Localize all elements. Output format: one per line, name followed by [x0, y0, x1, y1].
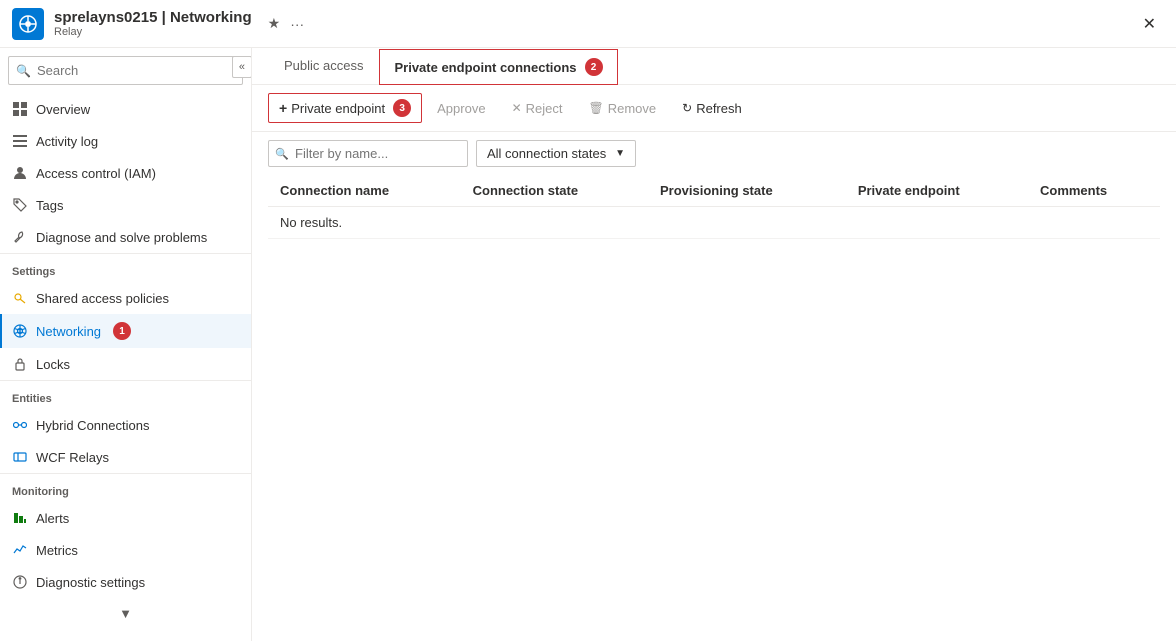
tab-private-endpoint[interactable]: Private endpoint connections 2	[379, 49, 617, 85]
callout-2: 2	[585, 58, 603, 76]
key-icon	[12, 290, 28, 306]
sidebar-item-label: Networking	[36, 324, 101, 339]
sidebar-item-label: Alerts	[36, 511, 69, 526]
sidebar-item-activity-log[interactable]: Activity log	[0, 125, 251, 157]
person-icon	[12, 165, 28, 181]
state-dropdown[interactable]: All connection states ▼	[476, 140, 636, 167]
trash-icon: 🗑	[588, 101, 603, 115]
sidebar-item-shared-access[interactable]: Shared access policies	[0, 282, 251, 314]
callout-3: 3	[393, 99, 411, 117]
sidebar-item-label: Overview	[36, 102, 90, 117]
col-connection-name: Connection name	[268, 175, 461, 207]
sidebar-item-overview[interactable]: Overview	[0, 93, 251, 125]
title-text: sprelayns0215 | Networking Relay	[54, 9, 252, 38]
sidebar-item-diagnose[interactable]: Diagnose and solve problems	[0, 221, 251, 253]
sidebar-item-hybrid-connections[interactable]: Hybrid Connections	[0, 409, 251, 441]
sidebar-item-access-control[interactable]: Access control (IAM)	[0, 157, 251, 189]
search-icon: 🔍	[16, 64, 31, 78]
scroll-down-indicator: ▼	[0, 598, 251, 629]
col-comments: Comments	[1028, 175, 1160, 207]
sidebar-item-tags[interactable]: Tags	[0, 189, 251, 221]
col-provisioning-state: Provisioning state	[648, 175, 846, 207]
metrics-icon	[12, 542, 28, 558]
sidebar-item-label: Hybrid Connections	[36, 418, 149, 433]
x-icon: ✕	[512, 101, 522, 115]
col-private-endpoint: Private endpoint	[846, 175, 1028, 207]
no-results-row: No results.	[268, 207, 1160, 239]
private-endpoint-label: Private endpoint	[291, 101, 385, 116]
entities-section-label: Entities	[0, 380, 251, 409]
refresh-label: Refresh	[696, 101, 742, 116]
sidebar-item-locks[interactable]: Locks	[0, 348, 251, 380]
toolbar: + Private endpoint 3 Approve ✕ Reject 🗑 …	[252, 85, 1176, 132]
title-bar-left: sprelayns0215 | Networking Relay ★ ···	[12, 8, 304, 40]
settings-section-label: Settings	[0, 253, 251, 282]
filter-input-wrap: 🔍	[268, 140, 468, 167]
approve-button[interactable]: Approve	[426, 95, 496, 122]
col-connection-state: Connection state	[461, 175, 648, 207]
connections-table: Connection name Connection state Provisi…	[268, 175, 1160, 239]
sidebar-item-label: Diagnostic settings	[36, 575, 145, 590]
callout-1: 1	[113, 322, 131, 340]
sidebar-item-label: Locks	[36, 357, 70, 372]
close-button[interactable]: ✕	[1135, 10, 1164, 38]
sidebar-item-label: Tags	[36, 198, 63, 213]
sidebar-item-metrics[interactable]: Metrics	[0, 534, 251, 566]
wrench-icon	[12, 229, 28, 245]
private-endpoint-button[interactable]: + Private endpoint 3	[268, 93, 422, 123]
remove-label: Remove	[608, 101, 656, 116]
no-results-text: No results.	[268, 207, 1160, 239]
refresh-button[interactable]: ↻ Refresh	[671, 95, 753, 122]
reject-label: Reject	[526, 101, 563, 116]
monitoring-section-label: Monitoring	[0, 473, 251, 502]
sidebar-item-label: Access control (IAM)	[36, 166, 156, 181]
search-container: 🔍 «	[0, 48, 251, 93]
title-bar: sprelayns0215 | Networking Relay ★ ··· ✕	[0, 0, 1176, 48]
sidebar-item-label: Shared access policies	[36, 291, 169, 306]
approve-label: Approve	[437, 101, 485, 116]
sidebar-item-alerts[interactable]: Alerts	[0, 502, 251, 534]
grid-icon	[12, 101, 28, 117]
tag-icon	[12, 197, 28, 213]
remove-button[interactable]: 🗑 Remove	[577, 95, 667, 122]
collapse-button[interactable]: «	[232, 56, 252, 78]
filter-row: 🔍 All connection states ▼	[252, 132, 1176, 175]
sidebar-item-networking[interactable]: Networking 1	[0, 314, 251, 348]
chevron-down-icon: ▼	[615, 148, 625, 159]
more-icon[interactable]: ···	[290, 16, 304, 32]
hybrid-icon	[12, 417, 28, 433]
sidebar-item-label: Metrics	[36, 543, 78, 558]
search-input[interactable]	[8, 56, 243, 85]
main-layout: 🔍 « Overview Activity log Access control…	[0, 48, 1176, 641]
refresh-icon: ↻	[682, 101, 692, 115]
star-icon[interactable]: ★	[268, 15, 281, 32]
wcf-icon	[12, 449, 28, 465]
sidebar-item-label: Diagnose and solve problems	[36, 230, 207, 245]
sidebar: 🔍 « Overview Activity log Access control…	[0, 48, 252, 641]
sidebar-item-label: Activity log	[36, 134, 98, 149]
page-subtitle: Relay	[54, 26, 252, 38]
filter-search-icon: 🔍	[275, 147, 289, 160]
page-title: sprelayns0215 | Networking	[54, 9, 252, 26]
tabs-bar: Public access Private endpoint connectio…	[252, 48, 1176, 85]
reject-button[interactable]: ✕ Reject	[501, 95, 574, 122]
state-dropdown-value: All connection states	[487, 146, 606, 161]
sidebar-item-label: WCF Relays	[36, 450, 109, 465]
search-box: 🔍	[8, 56, 243, 85]
title-actions: ✕	[1135, 10, 1164, 38]
network-icon	[12, 323, 28, 339]
lock-icon	[12, 356, 28, 372]
list-icon	[12, 133, 28, 149]
tab-public-access[interactable]: Public access	[268, 48, 379, 85]
diagnostic-icon	[12, 574, 28, 590]
alert-icon	[12, 510, 28, 526]
content-area: Public access Private endpoint connectio…	[252, 48, 1176, 641]
table-container: Connection name Connection state Provisi…	[252, 175, 1176, 641]
tab-private-endpoint-label: Private endpoint connections	[394, 60, 576, 75]
relay-icon	[12, 8, 44, 40]
sidebar-item-wcf-relays[interactable]: WCF Relays	[0, 441, 251, 473]
filter-by-name-input[interactable]	[268, 140, 468, 167]
plus-icon: +	[279, 100, 287, 116]
sidebar-item-diagnostic-settings[interactable]: Diagnostic settings	[0, 566, 251, 598]
